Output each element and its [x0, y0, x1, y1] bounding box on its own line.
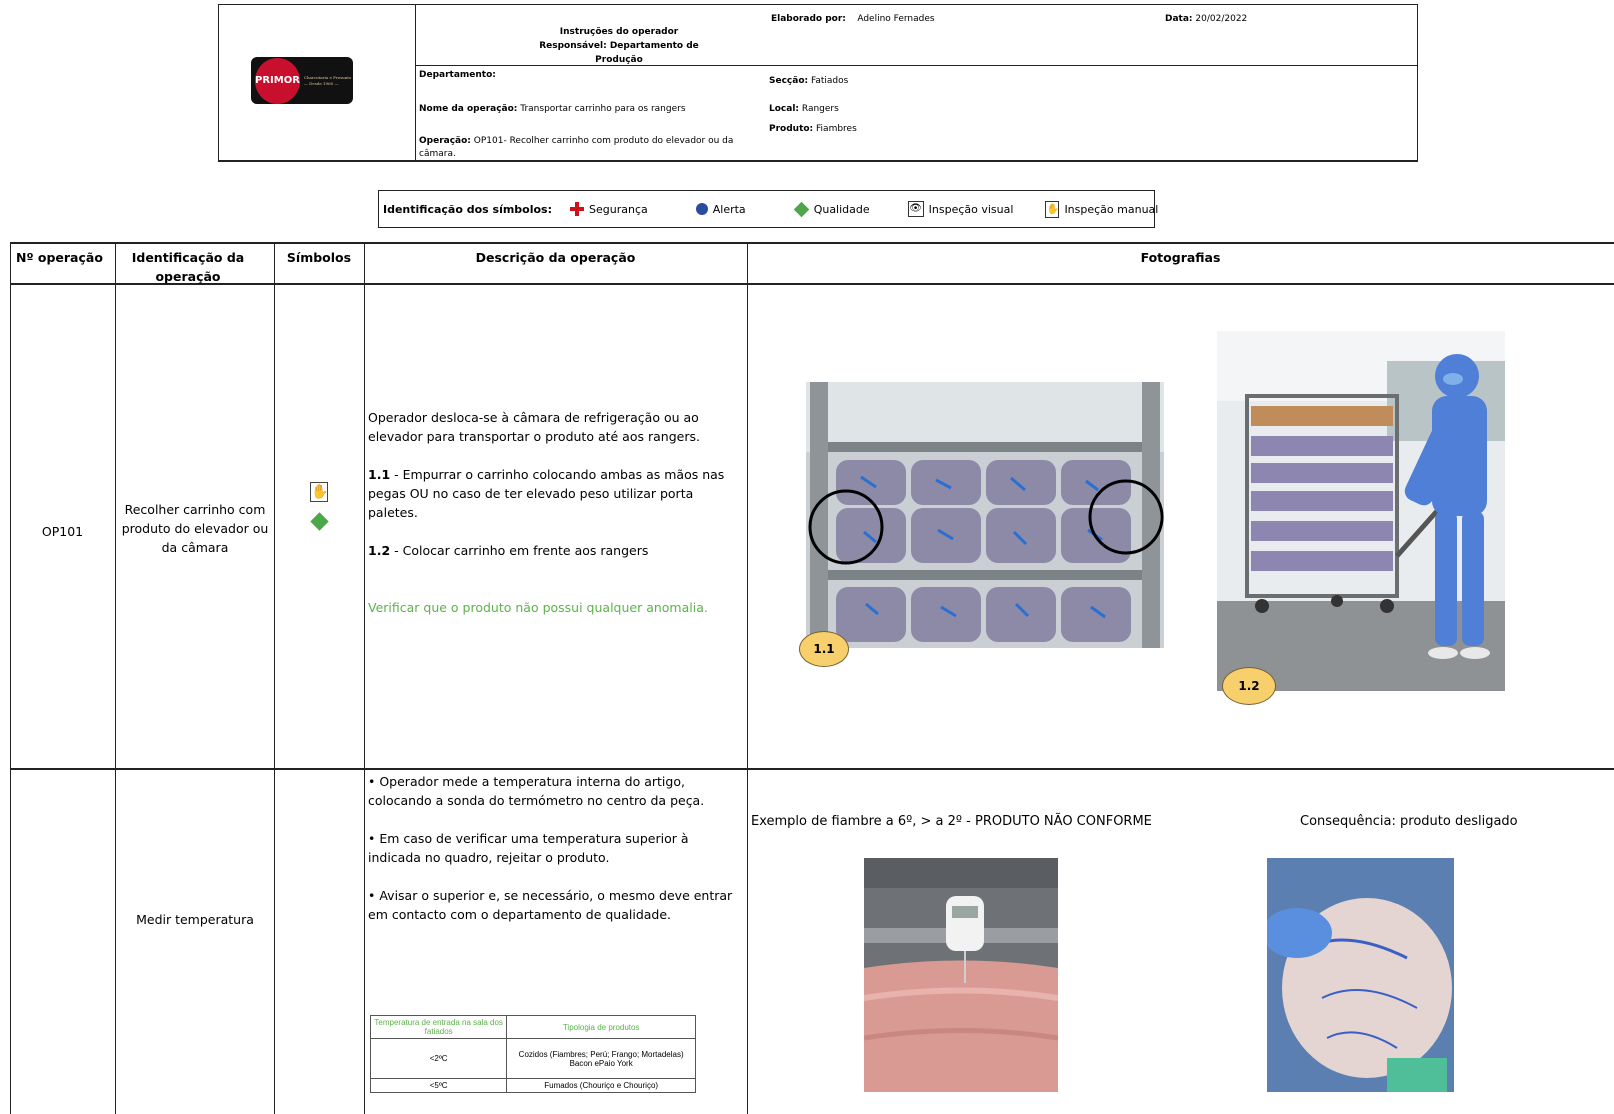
- title-line-2: Responsável: Departamento de Produção: [539, 41, 699, 65]
- logo-mark: PRIMOR: [255, 57, 300, 104]
- date-label: Data:: [1165, 14, 1193, 24]
- operacao-field: Operação: OP101- Recolher carrinho com p…: [419, 135, 749, 161]
- legend-item-alerta: Alerta: [695, 202, 746, 216]
- green-diamond-icon: [793, 201, 809, 217]
- photo-badge-1-2: 1.2: [1222, 667, 1276, 705]
- header-descricao: Descrição da operação: [475, 250, 636, 265]
- nome-operacao-label: Nome da operação:: [419, 104, 518, 114]
- row2-identificacao: Medir temperatura: [136, 912, 254, 927]
- header-num-operacao: Nº operação: [16, 250, 103, 265]
- row1-num: OP101: [41, 524, 84, 539]
- seccao-field: Secção: Fatiados: [769, 75, 848, 87]
- local-value: Rangers: [801, 104, 839, 114]
- photo-badge-1-1: 1.1: [799, 631, 849, 667]
- temperature-cell: <2ºC: [369, 1038, 508, 1079]
- legend-label: Qualidade: [813, 202, 870, 216]
- table-rule: [747, 242, 748, 1114]
- seccao-label: Secção:: [769, 76, 809, 86]
- header-simbolos: Símbolos: [286, 250, 352, 265]
- table-rule: [115, 242, 116, 1114]
- row1-intro: Operador desloca-se à câmara de refriger…: [368, 410, 700, 444]
- blue-dot-icon: [695, 203, 708, 215]
- table-rule: [10, 768, 1614, 770]
- elaborado-label: Elaborado por:: [771, 14, 846, 24]
- photo-thermometer-in-ham: [864, 858, 1058, 1092]
- nome-operacao-value: Transportar carrinho para os rangers: [520, 104, 686, 114]
- temperature-table-header: Temperatura de entrada na sala dos fatia…: [369, 1015, 696, 1039]
- document-date: Data: 20/02/2022: [1165, 13, 1247, 25]
- legend-label: Alerta: [712, 202, 746, 216]
- header-identificacao: Identificação da operação: [131, 250, 245, 284]
- red-cross-icon: [570, 202, 585, 216]
- photo-caption-right: Consequência: produto desligado: [1300, 814, 1518, 829]
- table-row: <5ºC Fumados (Chouriço e Chouriço): [369, 1078, 696, 1093]
- row2-description: • Operador mede a temperatura interna do…: [368, 772, 740, 924]
- row2-bullet-3: • Avisar o superior e, se necessário, o …: [368, 888, 733, 922]
- legend-label: Inspeção manual: [1064, 202, 1159, 216]
- photo-caption-left: Exemplo de fiambre a 6º, > a 2º - PRODUT…: [751, 814, 1152, 829]
- hand-icon: ✋: [1045, 200, 1060, 218]
- logo-tagline: Charcutaria e Presunto — Desde 1960 —: [303, 74, 352, 86]
- table-rule: [10, 242, 1614, 244]
- table-rule: [10, 283, 1614, 285]
- step1-text: - Empurrar o carrinho colocando ambas as…: [368, 467, 725, 520]
- produto-label: Produto:: [769, 124, 814, 134]
- step2-text: - Colocar carrinho em frente aos rangers: [394, 543, 649, 558]
- departamento-label: Departamento:: [419, 70, 496, 80]
- tipologia-col-header: Tipologia de produtos: [506, 1015, 696, 1039]
- elaborado-value: Adelino Fernades: [857, 14, 935, 24]
- header-divider: [415, 5, 416, 161]
- hand-icon: ✋: [310, 482, 329, 502]
- eye-icon: 👁: [907, 201, 924, 217]
- row1-description: Operador desloca-se à câmara de refriger…: [368, 408, 740, 617]
- local-field: Local: Rangers: [769, 103, 839, 115]
- row1-quality-note: Verificar que o produto não possui qualq…: [368, 600, 708, 615]
- temperature-col-header: Temperatura de entrada na sala dos fatia…: [369, 1015, 508, 1039]
- table-rule: [10, 242, 11, 1114]
- title-line-1: Instruções do operador: [559, 27, 679, 37]
- operacao-label: Operação:: [419, 136, 471, 146]
- legend-item-qualidade: Qualidade: [793, 201, 870, 217]
- tipologia-cell: Fumados (Chouriço e Chouriço): [506, 1078, 696, 1093]
- table-rule: [364, 242, 365, 1114]
- local-label: Local:: [769, 104, 800, 114]
- header-fotografias: Fotografias: [1140, 250, 1221, 265]
- step1-number: 1.1: [368, 467, 391, 482]
- step2-number: 1.2: [368, 543, 391, 558]
- seccao-value: Fatiados: [811, 76, 849, 86]
- legend-item-inspecao-visual: 👁 Inspeção visual: [907, 201, 1014, 217]
- operations-table: Nº operação Identificação da operação Sí…: [10, 242, 1614, 1114]
- symbols-legend: Identificação dos símbolos: Segurança Al…: [378, 190, 1159, 228]
- tipologia-cell: Cozidos (Fiambres; Perú; Frango; Mortade…: [506, 1038, 696, 1079]
- company-logo: PRIMOR Charcutaria e Presunto — Desde 19…: [251, 57, 353, 104]
- row2-bullet-2: • Em caso de verificar uma temperatura s…: [368, 831, 689, 865]
- date-value: 20/02/2022: [1195, 14, 1248, 24]
- row1-step2: 1.2 - Colocar carrinho em frente aos ran…: [368, 541, 740, 560]
- document-title: Instruções do operador Responsável: Depa…: [519, 25, 719, 67]
- elaborado-por: Elaborado por: Adelino Fernades: [771, 13, 935, 25]
- legend-item-inspecao-manual: ✋ Inspeção manual: [1045, 200, 1159, 218]
- green-diamond-icon: [310, 512, 329, 531]
- photo-rejected-product: [1267, 858, 1454, 1092]
- row1-step1: 1.1 - Empurrar o carrinho colocando amba…: [368, 465, 740, 522]
- produto-value: Fiambres: [816, 124, 857, 134]
- nome-operacao-field: Nome da operação: Transportar carrinho p…: [419, 103, 686, 115]
- row2-bullet-1: • Operador mede a temperatura interna do…: [368, 774, 705, 808]
- photo-trolley-handles: [806, 382, 1164, 648]
- table-rule: [274, 242, 275, 1114]
- legend-label: Segurança: [589, 202, 648, 216]
- table-row: <2ºC Cozidos (Fiambres; Perú; Frango; Mo…: [369, 1038, 696, 1079]
- header-bottom-rule: [218, 160, 1418, 162]
- temperature-cell: <5ºC: [369, 1078, 508, 1093]
- departamento-field: Departamento:: [419, 69, 496, 81]
- legend-item-seguranca: Segurança: [570, 202, 648, 216]
- header-box: PRIMOR Charcutaria e Presunto — Desde 19…: [218, 4, 1418, 162]
- temperature-table: Temperatura de entrada na sala dos fatia…: [369, 1015, 696, 1093]
- legend-title: Identificação dos símbolos:: [383, 202, 553, 216]
- photo-operator-pushing-trolley: [1217, 331, 1505, 691]
- row1-identificacao: Recolher carrinho com produto do elevado…: [121, 502, 269, 555]
- produto-field: Produto: Fiambres: [769, 123, 857, 135]
- legend-label: Inspeção visual: [928, 202, 1014, 216]
